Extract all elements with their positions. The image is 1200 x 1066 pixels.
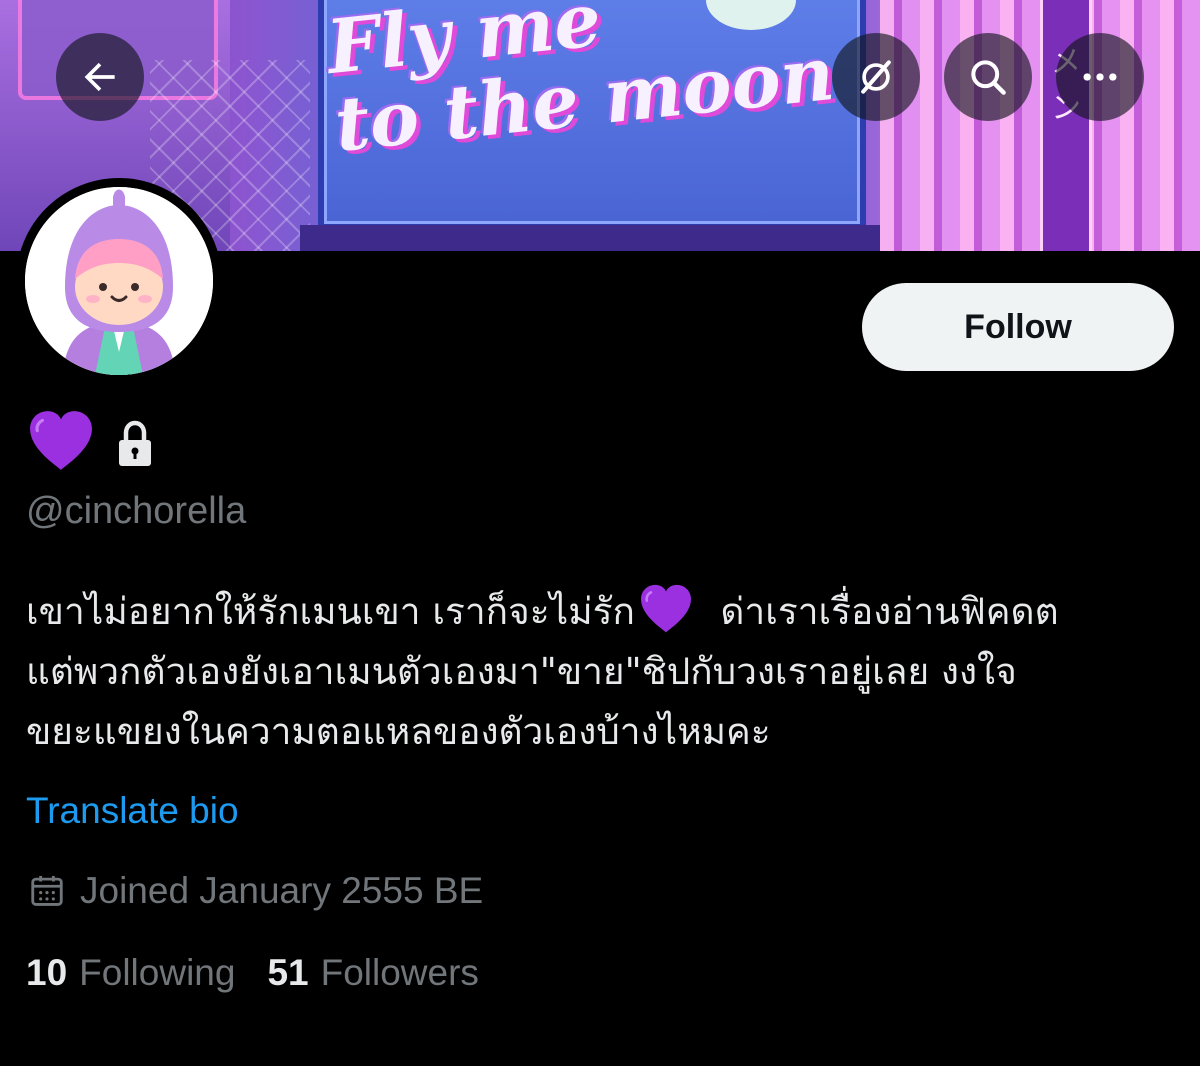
following-link[interactable]: 10 Following xyxy=(26,952,235,994)
translate-bio-link[interactable]: Translate bio xyxy=(26,790,239,832)
followers-label: Followers xyxy=(320,952,479,993)
followers-link[interactable]: 51 Followers xyxy=(267,952,478,994)
avatar-image xyxy=(25,187,213,375)
bio-line-1: เขาไม่อยากให้รักเมนเขา เราก็จะไม่รัก ด่า… xyxy=(26,582,1186,642)
follow-button[interactable]: Follow xyxy=(862,283,1174,371)
follow-stats: 10 Following 51 Followers xyxy=(26,952,479,994)
grok-button[interactable] xyxy=(832,33,920,121)
avatar-illustration xyxy=(25,187,213,375)
bio-line-3: ขยะแขยงในความตอแหลของตัวเองบ้างไหมคะ xyxy=(26,710,771,753)
purple-heart-icon xyxy=(30,411,92,470)
grok-icon xyxy=(861,60,891,94)
search-icon xyxy=(971,60,1006,95)
display-name xyxy=(28,408,154,474)
calendar-icon xyxy=(31,875,63,906)
profile-handle: @cinchorella xyxy=(26,490,247,532)
bio-line-2: แต่พวกตัวเองยังเอาเมนตัวเองมา"ขาย"ชิปกับ… xyxy=(26,650,1017,693)
profile-bio: เขาไม่อยากให้รักเมนเขา เราก็จะไม่รัก ด่า… xyxy=(26,582,1186,762)
bio-line-1-text: เขาไม่อยากให้รักเมนเขา เราก็จะไม่รัก xyxy=(26,590,635,633)
purple-heart-icon xyxy=(640,584,691,633)
bio-line-1b-text: ด่าเราเรื่องอ่านฟิคดต xyxy=(720,590,1059,633)
more-button[interactable] xyxy=(1056,33,1144,121)
lock-icon xyxy=(119,420,151,466)
followers-count: 51 xyxy=(267,952,309,993)
arrow-left-icon xyxy=(84,62,115,92)
joined-text: Joined January 2555 BE xyxy=(80,870,484,911)
more-horizontal-icon xyxy=(1083,73,1117,81)
back-button[interactable] xyxy=(56,33,144,121)
following-label: Following xyxy=(79,952,236,993)
search-button[interactable] xyxy=(944,33,1032,121)
joined-date: Joined January 2555 BE xyxy=(28,870,483,912)
banner-billboard-stand xyxy=(300,225,880,251)
following-count: 10 xyxy=(26,952,68,993)
avatar[interactable] xyxy=(16,178,222,384)
